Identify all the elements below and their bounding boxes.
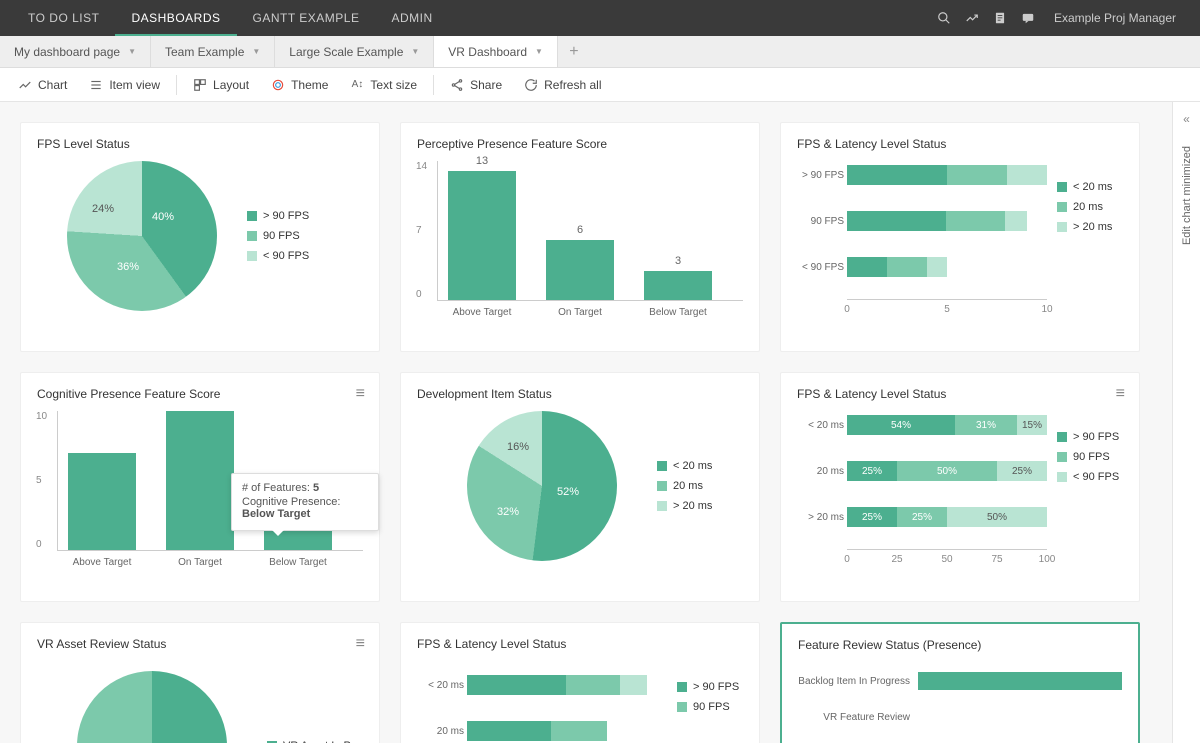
button-label: Text size [370,78,417,92]
dashboard-tabs: My dashboard page ▼ Team Example ▼ Large S… [0,36,1200,68]
layout-button[interactable]: Layout [183,74,259,96]
stacked-bar-chart: > 90 FPS 90 FPS < 90 FPS 0510 [847,161,1047,315]
chart-legend: < 20 ms 20 ms > 20 ms [1057,181,1112,315]
bar-label: VR Feature Review [798,712,918,723]
user-label[interactable]: Example Proj Manager [1042,11,1188,25]
bar-label: Backlog Item In Progress [798,676,918,687]
legend-label: < 90 FPS [263,250,309,262]
card-title: Cognitive Presence Feature Score [37,387,363,401]
text-size-icon: A↕ [350,78,364,92]
chart-icon [18,78,32,92]
pie-slice-label: 16% [507,441,529,453]
refresh-button[interactable]: Refresh all [514,74,611,96]
card-vr-asset-review[interactable]: VR Asset Review Status ≡ VR Asset In P… … [20,622,380,743]
expand-sidebar-icon[interactable]: « [1183,112,1190,126]
nav-gantt[interactable]: GANTT EXAMPLE [237,0,376,36]
button-label: Theme [291,78,328,92]
document-icon[interactable] [986,4,1014,32]
pie-chart [77,671,227,743]
chat-icon[interactable] [1014,4,1042,32]
list-icon [89,78,103,92]
card-title: Development Item Status [417,387,743,401]
card-fps-latency-1[interactable]: FPS & Latency Level Status > 90 FPS 90 F… [780,122,1140,352]
dashboard-grid[interactable]: FPS Level Status 40% 36% 24% > 90 FPS 90… [0,102,1172,743]
share-icon [450,78,464,92]
pie-slice-label: 36% [117,261,139,273]
tab-label: Team Example [165,45,244,59]
card-dev-item-status[interactable]: Development Item Status 52% 32% 16% < 20… [400,372,760,602]
chart-button[interactable]: Chart [8,74,77,96]
refresh-icon [524,78,538,92]
nav-admin[interactable]: ADMIN [375,0,448,36]
card-fps-level-status[interactable]: FPS Level Status 40% 36% 24% > 90 FPS 90… [20,122,380,352]
button-label: Layout [213,78,249,92]
tab-label: Large Scale Example [289,45,403,59]
dropdown-icon: ▼ [535,47,543,56]
tab-label: My dashboard page [14,45,120,59]
dropdown-icon: ▼ [128,47,136,56]
chart-legend: < 20 ms 20 ms > 20 ms [657,460,712,512]
item-view-button[interactable]: Item view [79,74,170,96]
card-title: Perceptive Presence Feature Score [417,137,743,151]
chart-tooltip: # of Features: 5 Cognitive Presence: Bel… [231,473,379,531]
tab-team-example[interactable]: Team Example ▼ [151,36,275,67]
nav-todo[interactable]: TO DO LIST [12,0,115,36]
legend-label: > 90 FPS [263,210,309,222]
pie-chart [67,161,217,311]
bar-segment [918,672,1122,690]
pie-slice-label: 32% [497,506,519,518]
card-menu-icon[interactable]: ≡ [1116,385,1125,403]
button-label: Chart [38,78,67,92]
card-title: FPS & Latency Level Status [417,637,743,651]
dropdown-icon: ▼ [411,47,419,56]
card-perceptive-presence[interactable]: Perceptive Presence Feature Score 1470 1… [400,122,760,352]
button-label: Share [470,78,502,92]
card-title: FPS Level Status [37,137,363,151]
share-button[interactable]: Share [440,74,512,96]
tab-vr-dashboard[interactable]: VR Dashboard ▼ [434,36,558,67]
pie-slice-label: 52% [557,486,579,498]
analytics-icon[interactable] [958,4,986,32]
card-title: FPS & Latency Level Status [797,387,1123,401]
layout-icon [193,78,207,92]
card-menu-icon[interactable]: ≡ [356,635,365,653]
theme-icon [271,78,285,92]
card-fps-latency-2[interactable]: FPS & Latency Level Status ≡ < 20 ms54%3… [780,372,1140,602]
theme-button[interactable]: Theme [261,74,338,96]
dashboard-toolbar: Chart Item view Layout Theme A↕ Text size… [0,68,1200,102]
pie-chart [467,411,617,561]
bar-chart: 1470 13Above Target 6On Target 3Below Ta… [437,161,743,301]
tab-label: VR Dashboard [448,45,527,59]
card-menu-icon[interactable]: ≡ [356,385,365,403]
search-icon[interactable] [930,4,958,32]
top-navbar: TO DO LIST DASHBOARDS GANTT EXAMPLE ADMI… [0,0,1200,36]
chart-legend: > 90 FPS 90 FPS < 90 FPS [247,210,309,262]
chart-legend: > 90 FPS 90 FPS [677,681,739,743]
tab-my-dashboard[interactable]: My dashboard page ▼ [0,36,151,67]
dropdown-icon: ▼ [252,47,260,56]
chart-legend: > 90 FPS 90 FPS < 90 FPS [1057,431,1119,565]
card-feature-review[interactable]: Feature Review Status (Presence) Backlog… [780,622,1140,743]
card-title: VR Asset Review Status [37,637,363,651]
card-title: Feature Review Status (Presence) [798,638,1122,652]
legend-label: 90 FPS [263,230,300,242]
card-fps-latency-3[interactable]: FPS & Latency Level Status < 20 ms 20 ms… [400,622,760,743]
text-size-button[interactable]: A↕ Text size [340,74,427,96]
card-cognitive-presence[interactable]: Cognitive Presence Feature Score ≡ 1050 … [20,372,380,602]
bar-segment [918,708,1122,726]
tab-large-scale[interactable]: Large Scale Example ▼ [275,36,434,67]
sidebar-label: Edit chart minimized [1181,146,1193,245]
stacked-bar-chart: < 20 ms 20 ms [467,671,667,743]
pie-slice-label: 24% [92,203,114,215]
add-tab-button[interactable]: + [558,36,590,67]
card-title: FPS & Latency Level Status [797,137,1123,151]
stacked-bar-chart: < 20 ms54%31%15% 20 ms25%50%25% > 20 ms2… [847,411,1047,565]
button-label: Refresh all [544,78,601,92]
button-label: Item view [109,78,160,92]
nav-dashboards[interactable]: DASHBOARDS [115,0,236,36]
right-sidebar: « Edit chart minimized [1172,102,1200,743]
pie-slice-label: 40% [152,211,174,223]
